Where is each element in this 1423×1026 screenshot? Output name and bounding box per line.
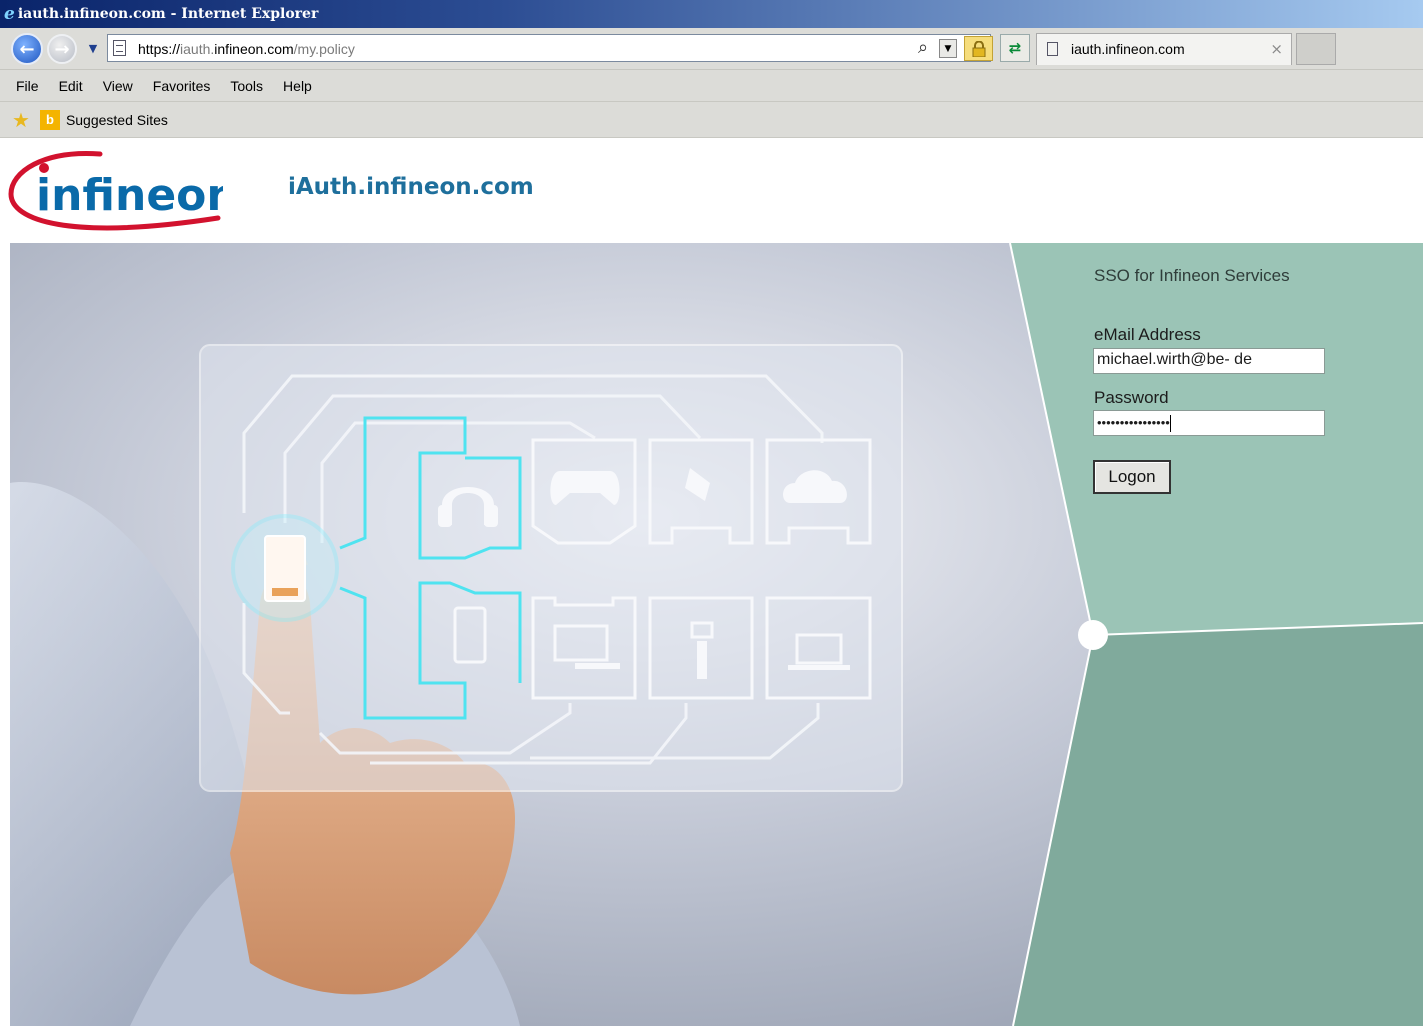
password-label: Password	[1094, 388, 1169, 407]
history-dropdown-button[interactable]: ▼	[84, 39, 102, 57]
menu-file[interactable]: File	[16, 78, 39, 94]
logon-button[interactable]: Logon	[1093, 460, 1171, 494]
url-path: /my.policy	[293, 41, 355, 57]
new-tab-button[interactable]	[1296, 33, 1336, 65]
tab-close-icon[interactable]: ×	[1270, 40, 1283, 58]
security-lock-icon[interactable]	[964, 36, 993, 61]
email-field[interactable]: michael.wirth@be- de	[1093, 348, 1325, 374]
browser-tab[interactable]: iauth.infineon.com ×	[1036, 33, 1292, 65]
tab-label: iauth.infineon.com	[1071, 41, 1185, 57]
password-field[interactable]: ••••••••••••••••	[1093, 410, 1325, 436]
favorites-bar: ★ b Suggested Sites	[0, 102, 1423, 138]
window-title: iauth.infineon.com - Internet Explorer	[17, 6, 319, 22]
suggested-sites-link[interactable]: Suggested Sites	[66, 112, 168, 128]
chevron-down-icon: ▼	[944, 43, 952, 54]
password-dots: ••••••••••••••••	[1097, 415, 1170, 430]
menu-edit[interactable]: Edit	[59, 78, 83, 94]
logo-wordmark: infineon	[36, 170, 223, 221]
url-subdomain: iauth.	[180, 41, 215, 57]
lock-icon	[972, 40, 985, 57]
internet-explorer-icon: e	[4, 4, 15, 24]
menu-favorites[interactable]: Favorites	[153, 78, 211, 94]
chevron-down-icon: ▼	[88, 41, 98, 55]
favorites-star-icon[interactable]: ★	[12, 108, 30, 132]
page-icon	[1047, 42, 1058, 56]
menu-bar: File Edit View Favorites Tools Help	[0, 70, 1423, 102]
forward-arrow-icon: →	[54, 38, 70, 60]
url-scheme: https://	[138, 41, 181, 57]
text-caret	[1169, 415, 1171, 433]
address-dropdown-button[interactable]: ▼	[939, 39, 957, 58]
address-bar[interactable]: https://iauth.infineon.com/my.policy ⌕ ▼	[107, 34, 993, 62]
menu-view[interactable]: View	[103, 78, 133, 94]
sso-heading: SSO for Infineon Services	[1094, 266, 1290, 285]
menu-tools[interactable]: Tools	[230, 78, 263, 94]
url-domain: infineon.com	[214, 41, 294, 57]
page-header: infineon iAuth.infineon.com	[0, 138, 1423, 243]
back-arrow-icon: ←	[19, 38, 35, 60]
url-field[interactable]: https://iauth.infineon.com/my.policy	[138, 41, 355, 57]
forward-button[interactable]: →	[47, 34, 77, 64]
page-icon	[113, 40, 126, 56]
email-label: eMail Address	[1094, 325, 1201, 344]
refresh-icon: ⇄	[1008, 39, 1022, 57]
menu-help[interactable]: Help	[283, 78, 312, 94]
infineon-logo[interactable]: infineon	[8, 146, 223, 236]
back-button[interactable]: ←	[11, 33, 43, 65]
refresh-button[interactable]: ⇄	[1000, 34, 1030, 62]
search-icon[interactable]: ⌕	[918, 37, 928, 58]
site-title: iAuth.infineon.com	[288, 174, 534, 200]
bing-icon: b	[39, 109, 60, 130]
window-titlebar: e iauth.infineon.com - Internet Explorer	[0, 0, 1423, 28]
navigation-bar: ← → ▼ https://iauth.infineon.com/my.poli…	[0, 28, 1423, 70]
